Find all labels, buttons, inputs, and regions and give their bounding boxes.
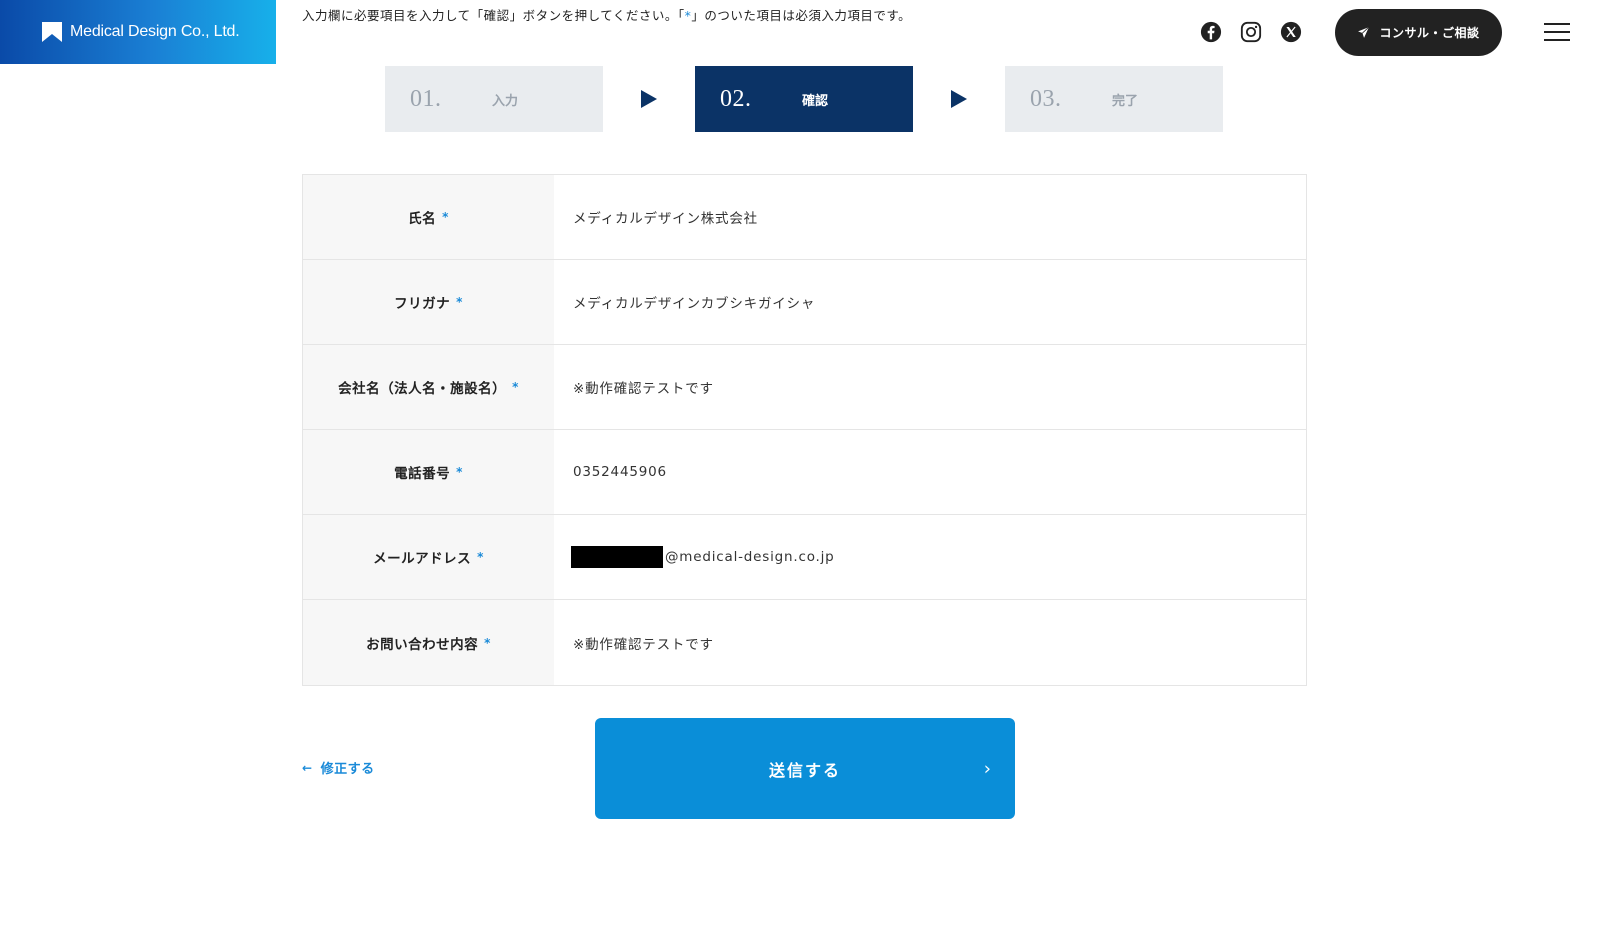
field-value-company: ※動作確認テストです [573, 381, 714, 397]
field-value-name: メディカルデザイン株式会社 [573, 211, 758, 227]
field-value-email: @medical-design.co.jp [554, 515, 1306, 599]
field-label-phone: 電話番号 * [303, 430, 554, 514]
submit-button-label: 送信する [768, 760, 841, 780]
field-label-text: フリガナ [394, 296, 451, 312]
arrow-left-icon: ← [302, 760, 313, 775]
step-label: 完了 [1112, 93, 1139, 109]
email-domain: @medical-design.co.jp [665, 549, 835, 565]
field-label-email: メールアドレス * [303, 515, 554, 599]
redaction-block [571, 546, 663, 568]
step-number: 03. [1030, 85, 1062, 112]
table-row: 氏名 * メディカルデザイン株式会社 [303, 175, 1306, 260]
instructions-text-before: 入力欄に必要項目を入力して「確認」ボタンを押してください。「 [302, 8, 685, 23]
table-row: 電話番号 * 0352445906 [303, 430, 1306, 515]
chevron-right-icon: › [983, 758, 993, 779]
field-label-company: 会社名（法人名・施設名） * [303, 345, 554, 429]
step-input: 01. 入力 [385, 66, 603, 132]
field-label-inquiry: お問い合わせ内容 * [303, 600, 554, 685]
x-icon[interactable] [1279, 20, 1303, 44]
header-actions: コンサル・ご相談 [1183, 8, 1600, 56]
consult-button[interactable]: コンサル・ご相談 [1335, 8, 1502, 56]
field-value-phone: 0352445906 [573, 464, 667, 480]
form-instructions: 入力欄に必要項目を入力して「確認」ボタンを押してください。「*」のついた項目は必… [302, 5, 911, 24]
step-complete: 03. 完了 [1005, 66, 1223, 132]
field-value-inquiry: ※動作確認テストです [573, 636, 714, 653]
field-label-text: 電話番号 [394, 466, 451, 482]
field-label-text: メールアドレス [373, 551, 472, 567]
step-label: 入力 [492, 93, 519, 109]
field-label-name: 氏名 * [303, 175, 554, 259]
required-mark: * [456, 465, 463, 479]
field-label-text: 氏名 [408, 211, 437, 227]
step-confirm: 02. 確認 [695, 66, 913, 132]
edit-back-label: 修正する [320, 762, 375, 777]
step-label: 確認 [802, 93, 829, 109]
hamburger-menu-icon[interactable] [1544, 20, 1570, 44]
required-mark: * [456, 295, 463, 309]
field-label-furigana: フリガナ * [303, 260, 554, 344]
step-arrow-icon [913, 66, 1005, 132]
facebook-icon[interactable] [1199, 20, 1223, 44]
table-row: フリガナ * メディカルデザインカブシキガイシャ [303, 260, 1306, 345]
required-mark: * [484, 635, 491, 650]
site-logo[interactable]: Medical Design Co., Ltd. [0, 0, 276, 64]
required-mark: * [512, 380, 519, 394]
table-row: お問い合わせ内容 * ※動作確認テストです [303, 600, 1306, 685]
required-mark: * [477, 550, 484, 564]
confirmation-table: 氏名 * メディカルデザイン株式会社 フリガナ * メディカルデザインカブシキガイシ… [302, 174, 1307, 686]
edit-back-link[interactable]: ← 修正する [302, 758, 375, 778]
step-indicator: 01. 入力 02. 確認 03. 完了 [385, 66, 1223, 132]
table-row: 会社名（法人名・施設名） * ※動作確認テストです [303, 345, 1306, 430]
field-label-text: 会社名（法人名・施設名） [338, 381, 507, 397]
field-value-furigana: メディカルデザインカブシキガイシャ [573, 296, 816, 312]
table-row: メールアドレス * @medical-design.co.jp [303, 515, 1306, 600]
step-number: 02. [720, 85, 752, 112]
step-number: 01. [410, 85, 442, 112]
instructions-text-after: 」のついた項目は必須入力項目です。 [691, 8, 912, 23]
paper-plane-icon [1358, 26, 1370, 38]
submit-button[interactable]: 送信する › [595, 718, 1015, 819]
logo-mark-icon [42, 22, 62, 42]
required-mark: * [442, 210, 449, 224]
consult-button-label: コンサル・ご相談 [1379, 25, 1480, 40]
step-arrow-icon [603, 66, 695, 132]
instagram-icon[interactable] [1239, 20, 1263, 44]
logo-text: Medical Design Co., Ltd. [70, 23, 240, 40]
field-label-text: お問い合わせ内容 [366, 636, 479, 653]
